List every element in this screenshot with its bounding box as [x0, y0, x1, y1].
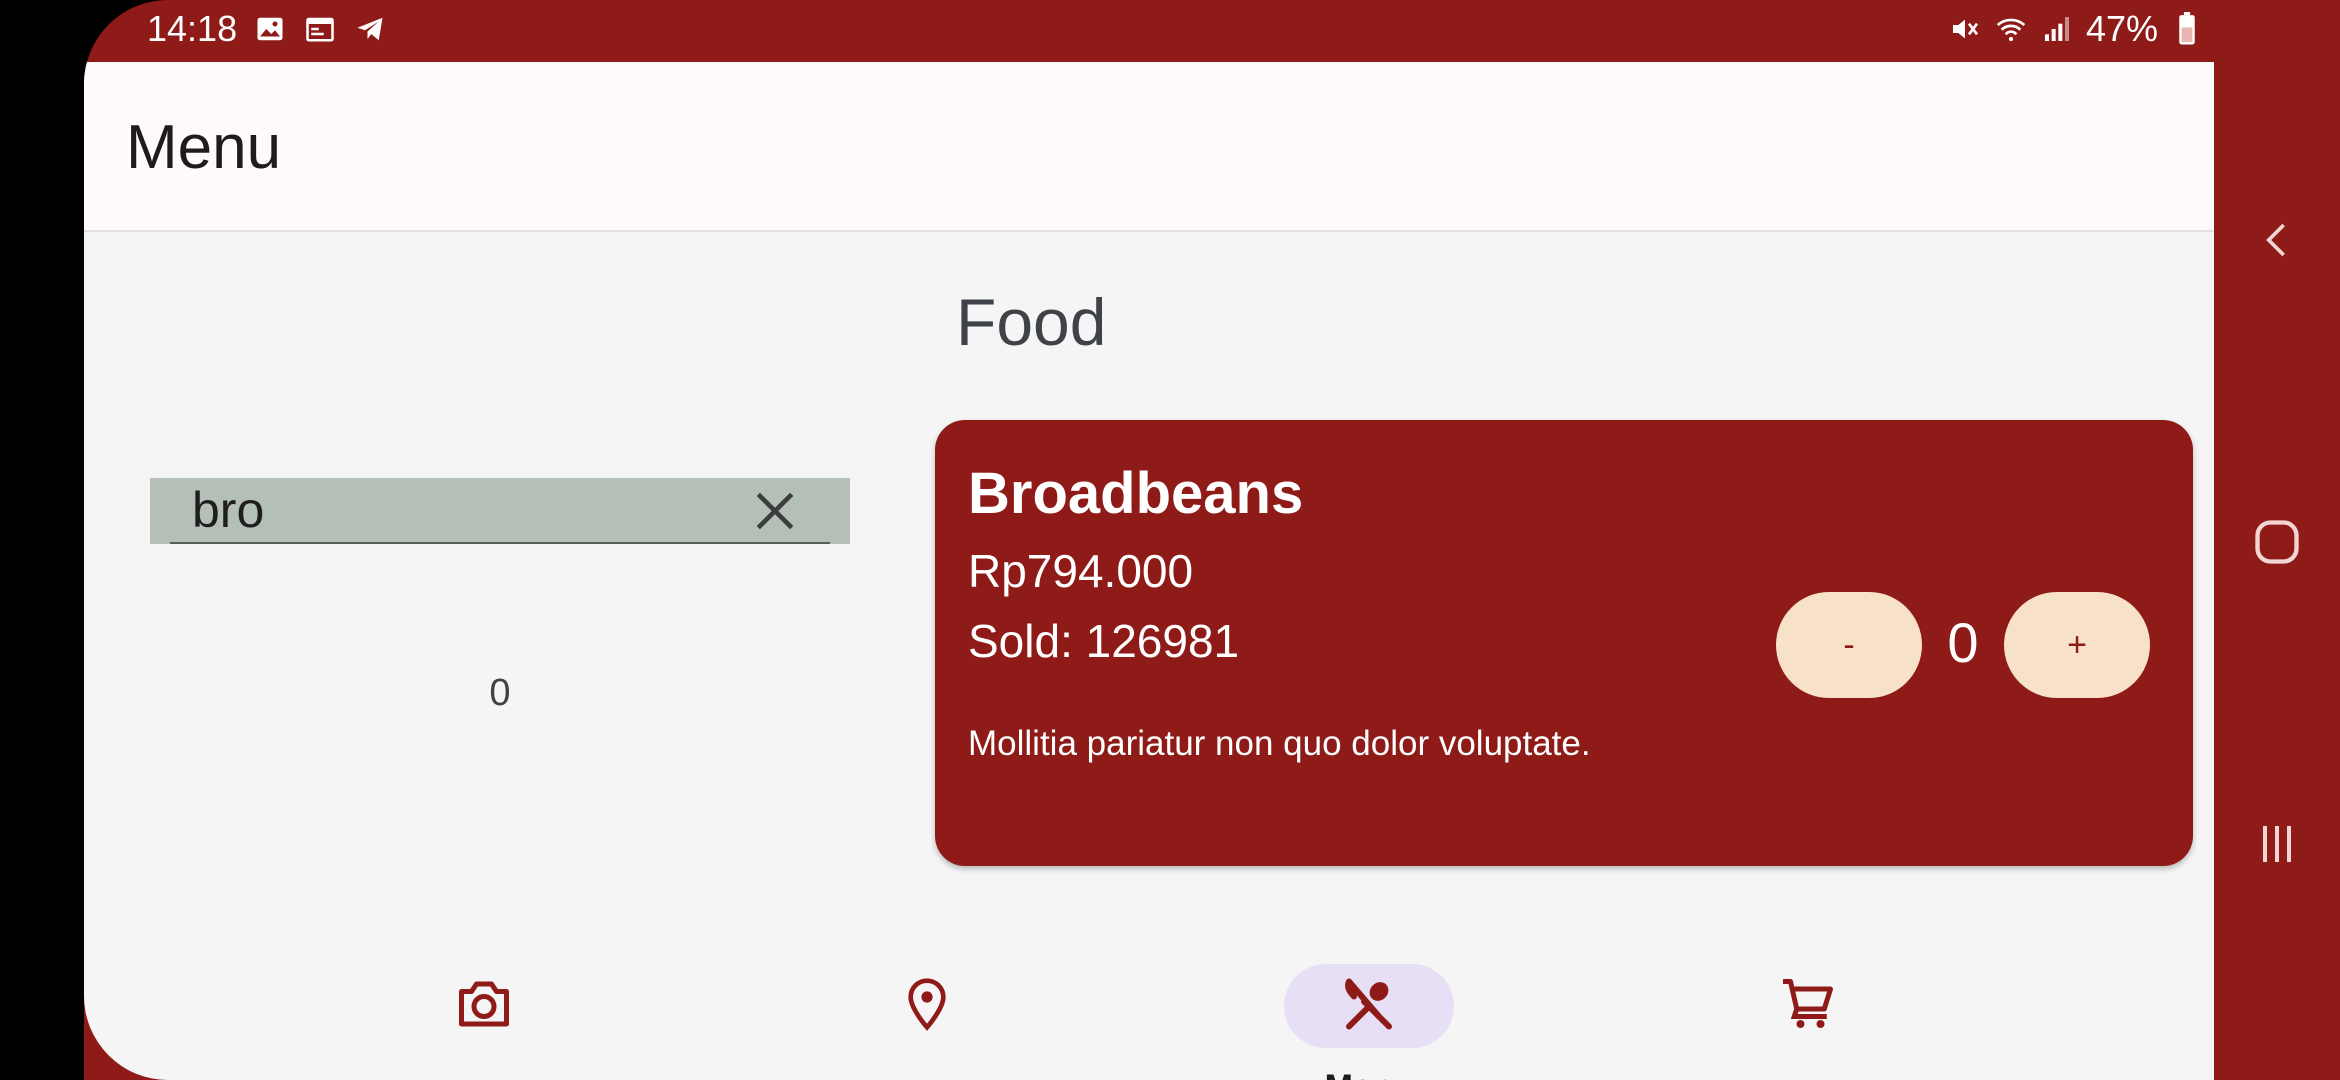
location-pin-icon: [899, 974, 955, 1039]
nav-menu[interactable]: Menu: [1284, 894, 1454, 1080]
item-name: Broadbeans: [968, 461, 1304, 526]
app-content: Menu Food 0 Broadbeans Rp794.000 Sold: 1…: [84, 62, 2214, 1080]
nav-icon-container: [842, 964, 1012, 1048]
signal-icon: [2040, 12, 2074, 46]
item-price: Rp794.000: [968, 545, 1194, 597]
menu-item-card: Broadbeans Rp794.000 Sold: 126981 Mollit…: [935, 420, 2193, 866]
section-title: Food: [956, 285, 1107, 359]
camera-icon: [454, 974, 514, 1039]
nav-icon-container: [1284, 964, 1454, 1048]
battery-percent: 47%: [2085, 8, 2158, 49]
nav-label: Menu: [1284, 1068, 1454, 1080]
bottom-navigation: Menu: [84, 894, 2214, 1080]
status-bar: 14:18 47%: [84, 0, 2214, 62]
increase-button[interactable]: +: [2004, 592, 2150, 698]
app-bar: Menu: [84, 62, 2214, 232]
page-title: Menu: [126, 113, 282, 182]
status-left: 14:18: [147, 8, 387, 50]
wifi-icon: [1994, 12, 2028, 46]
search-field[interactable]: [150, 478, 850, 544]
status-time: 14:18: [147, 8, 238, 49]
system-navigation-bar: [2214, 0, 2340, 1080]
home-icon[interactable]: [2247, 512, 2307, 572]
back-icon[interactable]: [2247, 210, 2307, 270]
cart-icon: [1778, 974, 1838, 1039]
nav-icon-container: [1723, 964, 1893, 1048]
device-screen: 14:18 47% Menu Food bro 0 Broadbeans Rp7…: [84, 0, 2340, 1080]
nav-cart[interactable]: [1723, 894, 1893, 1080]
item-description: Mollitia pariatur non quo dolor voluptat…: [968, 724, 1591, 763]
mute-icon: [1948, 12, 1982, 46]
restaurant-icon: [1339, 974, 1399, 1039]
battery-icon: [2170, 12, 2204, 46]
clear-icon[interactable]: [750, 486, 800, 536]
nav-icon-container: [399, 964, 569, 1048]
nav-camera[interactable]: [399, 894, 569, 1080]
nav-location[interactable]: [842, 894, 1012, 1080]
search-input[interactable]: [192, 482, 752, 538]
telegram-icon: [353, 12, 387, 46]
image-icon: [253, 12, 287, 46]
status-right: 47%: [1948, 8, 2204, 50]
item-quantity: 0: [1947, 611, 1979, 674]
calendar-icon: [303, 12, 337, 46]
recent-apps-icon[interactable]: [2247, 814, 2307, 874]
search-underline: [170, 542, 830, 544]
item-sold: Sold: 126981: [968, 615, 1240, 667]
decrease-button[interactable]: -: [1776, 592, 1922, 698]
result-count: 0: [489, 672, 511, 714]
